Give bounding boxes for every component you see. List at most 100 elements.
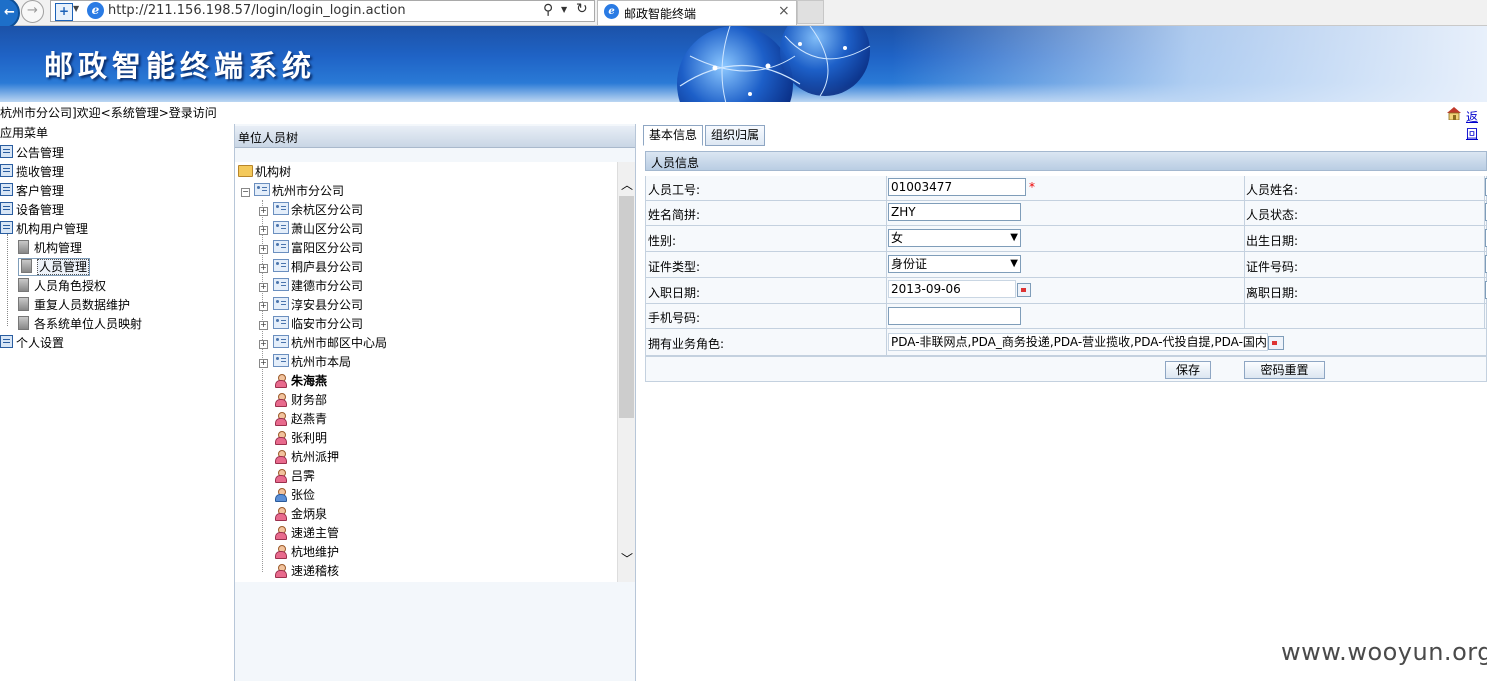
expand-icon[interactable]: +: [259, 340, 268, 349]
divider: [886, 176, 887, 200]
mobile-input[interactable]: [888, 307, 1021, 325]
menu-item-personal[interactable]: 个人设置: [0, 334, 64, 352]
save-button[interactable]: 保存: [1165, 361, 1211, 379]
browser-tab[interactable]: e 邮政智能终端 ×: [597, 0, 797, 25]
divider: [1244, 278, 1245, 303]
collapse-icon[interactable]: −: [241, 188, 250, 197]
globe-logo-icon: [677, 26, 871, 102]
org-icon: [254, 183, 270, 196]
tree-node-company[interactable]: 杭州市分公司: [254, 182, 344, 200]
pinyin-input[interactable]: ZHY: [888, 203, 1021, 221]
tree-node-person[interactable]: 朱海燕: [275, 372, 327, 390]
tree-node-branch[interactable]: 富阳区分公司: [273, 239, 363, 257]
tab-org-membership[interactable]: 组织归属: [705, 125, 766, 146]
form-row: 性别: 女 ▼ 出生日期:: [645, 226, 1487, 252]
expand-icon[interactable]: +: [259, 264, 268, 273]
chevron-down-icon[interactable]: ▼: [561, 5, 567, 14]
tree-node-person[interactable]: 赵燕青: [275, 410, 327, 428]
expand-icon[interactable]: +: [259, 302, 268, 311]
expand-icon[interactable]: +: [259, 207, 268, 216]
female-user-icon: [275, 450, 287, 464]
expand-icon[interactable]: +: [259, 321, 268, 330]
hire-date-input[interactable]: 2013-09-06: [888, 280, 1016, 298]
tree-node-branch[interactable]: 建德市分公司: [273, 277, 363, 295]
tree-node-branch[interactable]: 淳安县分公司: [273, 296, 363, 314]
divider: [886, 252, 887, 277]
menu-item-mapping[interactable]: 各系统单位人员映射: [18, 315, 142, 333]
tree-root[interactable]: 机构树: [238, 163, 291, 181]
tree-node-person[interactable]: 杭州派押: [275, 448, 339, 466]
form-row: 手机号码:: [645, 304, 1487, 329]
tree-node-branch[interactable]: 临安市分公司: [273, 315, 363, 333]
tree-node-person[interactable]: 张俭: [275, 486, 315, 504]
ie-page-icon: e: [87, 2, 104, 19]
close-icon[interactable]: ×: [778, 3, 790, 19]
scrollbar-thumb[interactable]: [619, 196, 634, 418]
chevron-down-icon[interactable]: ▼: [73, 4, 79, 13]
menu-item-org-user[interactable]: 机构用户管理: [0, 220, 88, 238]
menu-item-org[interactable]: 机构管理: [18, 239, 82, 257]
menu-item-device[interactable]: 设备管理: [0, 201, 64, 219]
tree-node-person[interactable]: 杭地维护: [275, 543, 339, 561]
back-link-label[interactable]: 返回: [1466, 108, 1478, 142]
module-icon: [0, 335, 13, 348]
menu-item-staff[interactable]: 人员管理: [18, 258, 91, 276]
back-button[interactable]: ←: [0, 0, 20, 29]
page-icon: [18, 316, 29, 330]
menu-item-dup-staff[interactable]: 重复人员数据维护: [18, 296, 130, 314]
tree-node-branch[interactable]: 桐庐县分公司: [273, 258, 363, 276]
compat-view-icon[interactable]: +: [55, 3, 73, 21]
new-tab-button[interactable]: [797, 0, 824, 24]
module-icon: [0, 221, 13, 234]
chevron-down-icon[interactable]: ﹀: [621, 550, 633, 567]
org-icon: [273, 202, 289, 215]
tree-node-branch[interactable]: 余杭区分公司: [273, 201, 363, 219]
chevron-up-icon[interactable]: ︿: [621, 176, 633, 193]
watermark: www.wooyun.org: [1281, 638, 1487, 666]
refresh-icon[interactable]: ↻: [576, 1, 588, 17]
role-picker-icon[interactable]: [1268, 336, 1284, 350]
tree-node-person[interactable]: 速递主管: [275, 524, 339, 542]
reset-password-button[interactable]: 密码重置: [1244, 361, 1325, 379]
emp-no-input[interactable]: 01003477: [888, 178, 1026, 196]
menu-item-collect[interactable]: 揽收管理: [0, 163, 64, 181]
tree-scrollbar[interactable]: ︿ ﹀: [617, 162, 635, 582]
female-user-icon: [275, 393, 287, 407]
field-label: 入职日期:: [648, 286, 701, 300]
page-icon: [21, 259, 32, 273]
tree-node-person[interactable]: 财务部: [275, 391, 327, 409]
section-header: 人员信息: [645, 151, 1487, 171]
tree-node-branch[interactable]: 杭州市本局: [273, 353, 351, 371]
divider: [1244, 176, 1245, 200]
org-icon: [273, 221, 289, 234]
calendar-icon[interactable]: [1017, 283, 1031, 297]
expand-icon[interactable]: +: [259, 245, 268, 254]
tree-node-person[interactable]: 金炳泉: [275, 505, 327, 523]
divider: [1244, 226, 1245, 251]
tree-node-person[interactable]: 吕霁: [275, 467, 315, 485]
app-title: 邮政智能终端系统: [44, 49, 317, 83]
gender-select[interactable]: 女 ▼: [888, 229, 1021, 247]
tree-node-branch[interactable]: 杭州市邮区中心局: [273, 334, 387, 352]
expand-icon[interactable]: +: [259, 359, 268, 368]
roles-input[interactable]: PDA-非联网点,PDA_商务投递,PDA-营业揽收,PDA-代投自提,PDA-…: [888, 333, 1268, 351]
id-type-select[interactable]: 身份证 ▼: [888, 255, 1021, 273]
org-icon: [273, 278, 289, 291]
tab-basic-info[interactable]: 基本信息: [643, 125, 704, 146]
tree-node-person[interactable]: 速递稽核: [275, 562, 339, 580]
expand-icon[interactable]: +: [259, 283, 268, 292]
menu-item-customer[interactable]: 客户管理: [0, 182, 64, 200]
tree-node-branch[interactable]: 萧山区分公司: [273, 220, 363, 238]
female-user-icon: [275, 545, 287, 559]
address-bar[interactable]: + ▼ e http://211.156.198.57/login/login_…: [50, 0, 595, 22]
tree-node-person[interactable]: 张利明: [275, 429, 327, 447]
menu-item-role-auth[interactable]: 人员角色授权: [18, 277, 106, 295]
field-label: 手机号码:: [648, 311, 701, 325]
expand-icon[interactable]: +: [259, 226, 268, 235]
menu-item-notice[interactable]: 公告管理: [0, 144, 64, 162]
search-icon[interactable]: ⚲: [543, 2, 553, 18]
forward-button[interactable]: →: [21, 0, 44, 23]
page-icon: [18, 240, 29, 254]
divider: [1484, 304, 1485, 328]
url-text[interactable]: http://211.156.198.57/login/login_login.…: [108, 3, 406, 18]
